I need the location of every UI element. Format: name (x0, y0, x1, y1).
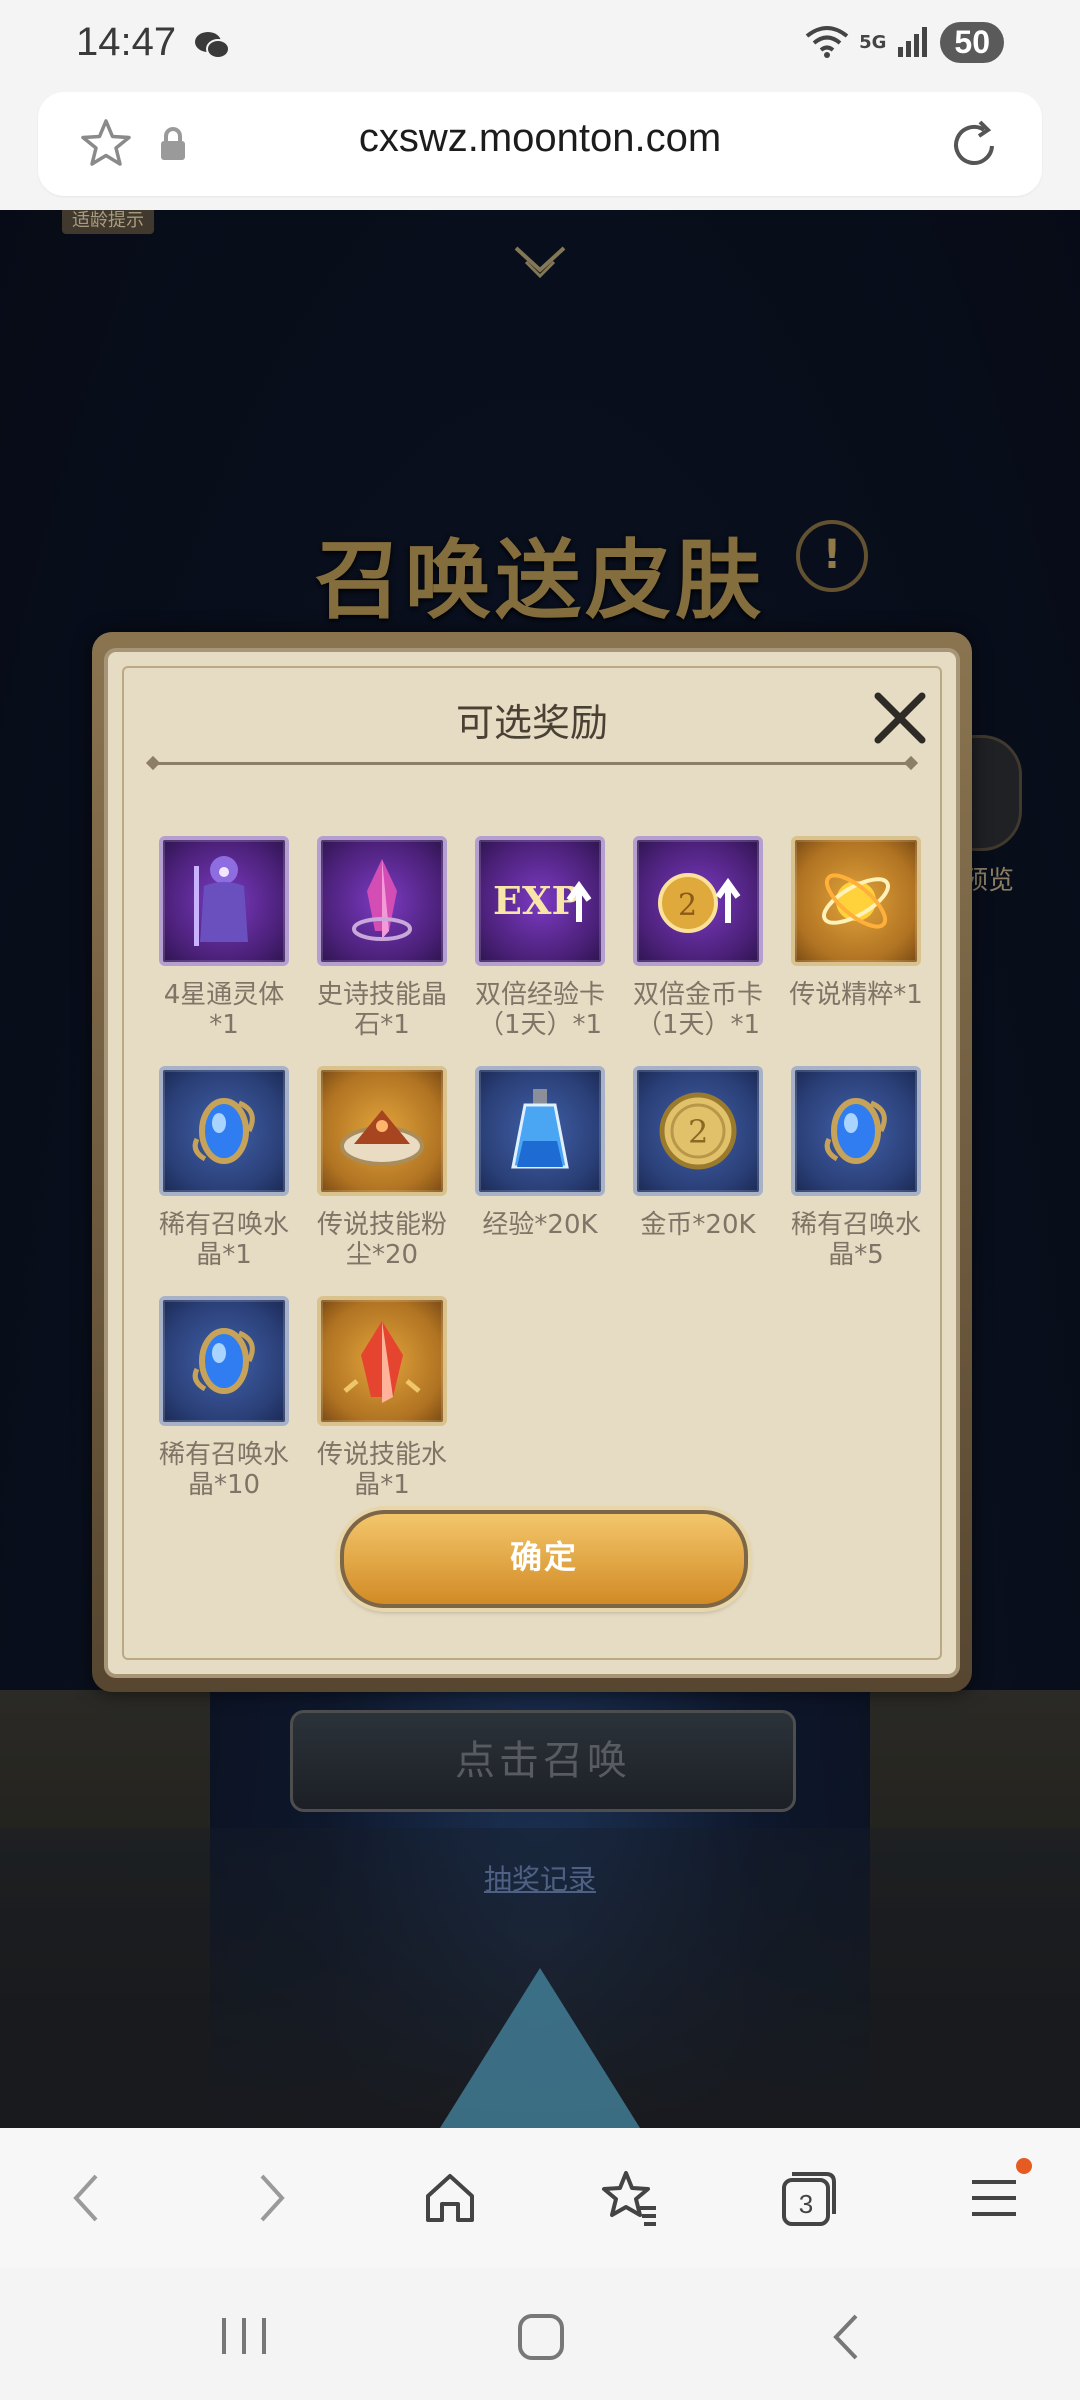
status-bar: 14:47 5G 50 (0, 0, 1080, 90)
signal-icon (896, 25, 930, 61)
legend-crystal-icon (343, 1321, 421, 1403)
reward-label: 金币*20K (640, 1210, 756, 1240)
battery-indicator: 50 (940, 22, 1004, 63)
reward-item[interactable]: 传说精粹*1 (784, 836, 928, 1010)
tab-count: 3 (799, 2189, 813, 2219)
reward-item[interactable]: 经验*20K (468, 1066, 612, 1240)
url-text[interactable]: cxswz.moonton.com (38, 116, 1042, 161)
browser-toolbar: 3 (0, 2128, 1080, 2268)
reward-item[interactable]: 2 双倍金币卡（1天）*1 (626, 836, 770, 1040)
svg-text:EXP: EXP (493, 878, 580, 923)
reward-tile: 2 (633, 836, 763, 966)
reward-tile (317, 1066, 447, 1196)
reward-tile: EXP (475, 836, 605, 966)
reward-tile: 2 (633, 1066, 763, 1196)
rare-crystal-icon (192, 1098, 255, 1164)
clock: 14:47 (76, 20, 177, 64)
wifi-icon (805, 24, 849, 62)
address-bar[interactable]: cxswz.moonton.com (38, 92, 1042, 196)
reward-tile (791, 836, 921, 966)
title-divider (152, 762, 912, 765)
reward-tile (159, 836, 289, 966)
reward-label: 史诗技能晶石*1 (316, 980, 447, 1040)
reward-item[interactable]: 稀有召唤水晶*1 (152, 1066, 296, 1270)
reward-item[interactable]: 稀有召唤水晶*5 (784, 1066, 928, 1270)
reward-label: 经验*20K (482, 1210, 598, 1240)
spirit-knight-icon (194, 856, 248, 946)
legend-dust-icon (340, 1110, 424, 1166)
reward-label: 双倍金币卡（1天）*1 (632, 980, 763, 1040)
forward-icon[interactable] (246, 2168, 296, 2232)
wechat-icon (194, 30, 230, 64)
epic-crystal-icon (352, 859, 412, 941)
reward-label: 双倍经验卡（1天）*1 (474, 980, 605, 1040)
reward-item[interactable]: 2 金币*20K (626, 1066, 770, 1240)
close-icon (874, 692, 926, 744)
svg-text:2: 2 (688, 1113, 708, 1151)
reward-tile (791, 1066, 921, 1196)
modal-title: 可选奖励 (455, 701, 608, 745)
reward-label: 传说精粹*1 (789, 980, 923, 1010)
network-type: 5G (859, 32, 887, 53)
svg-text:2: 2 (678, 888, 697, 923)
reward-tile (159, 1066, 289, 1196)
reward-label: 稀有召唤水晶*5 (790, 1210, 921, 1270)
recent-apps-icon[interactable] (214, 2314, 274, 2362)
home-nav-icon[interactable] (516, 2312, 566, 2366)
tabs-icon[interactable]: 3 (778, 2168, 840, 2234)
reward-item[interactable]: 传说技能水晶*1 (310, 1296, 454, 1500)
reward-item[interactable]: 传说技能粉尘*20 (310, 1066, 454, 1270)
menu-icon[interactable] (964, 2168, 1024, 2232)
reward-label: 稀有召唤水晶*10 (158, 1440, 289, 1500)
back-nav-icon[interactable] (826, 2310, 866, 2368)
close-button[interactable] (870, 688, 930, 748)
system-navigation-bar (0, 2268, 1080, 2400)
reward-tile (475, 1066, 605, 1196)
gold-card-icon: 2 (658, 873, 741, 933)
reward-label: 传说技能粉尘*20 (316, 1210, 447, 1270)
reward-tile (317, 1296, 447, 1426)
bookmarks-icon[interactable] (598, 2168, 660, 2232)
home-icon[interactable] (420, 2168, 480, 2232)
reload-icon[interactable] (946, 116, 1002, 176)
reward-tile (317, 836, 447, 966)
confirm-button[interactable]: 确定 (340, 1510, 748, 1608)
reward-item[interactable]: 史诗技能晶石*1 (310, 836, 454, 1040)
back-icon[interactable] (62, 2168, 112, 2232)
gold-coin-icon: 2 (659, 1092, 737, 1170)
reward-label: 传说技能水晶*1 (316, 1440, 447, 1500)
legend-essence-icon (822, 873, 890, 929)
exp-potion-icon (511, 1089, 569, 1169)
reward-item[interactable]: EXP 双倍经验卡（1天）*1 (468, 836, 612, 1040)
reward-item[interactable]: 稀有召唤水晶*10 (152, 1296, 296, 1500)
notification-dot (1016, 2158, 1032, 2174)
reward-item[interactable]: 4星通灵体*1 (152, 836, 296, 1040)
reward-tile (159, 1296, 289, 1426)
rare-crystal-icon (192, 1328, 255, 1394)
exp-card-icon: EXP (493, 878, 592, 923)
reward-label: 稀有召唤水晶*1 (158, 1210, 289, 1270)
rare-crystal-icon (824, 1098, 887, 1164)
reward-label: 4星通灵体*1 (163, 980, 285, 1040)
